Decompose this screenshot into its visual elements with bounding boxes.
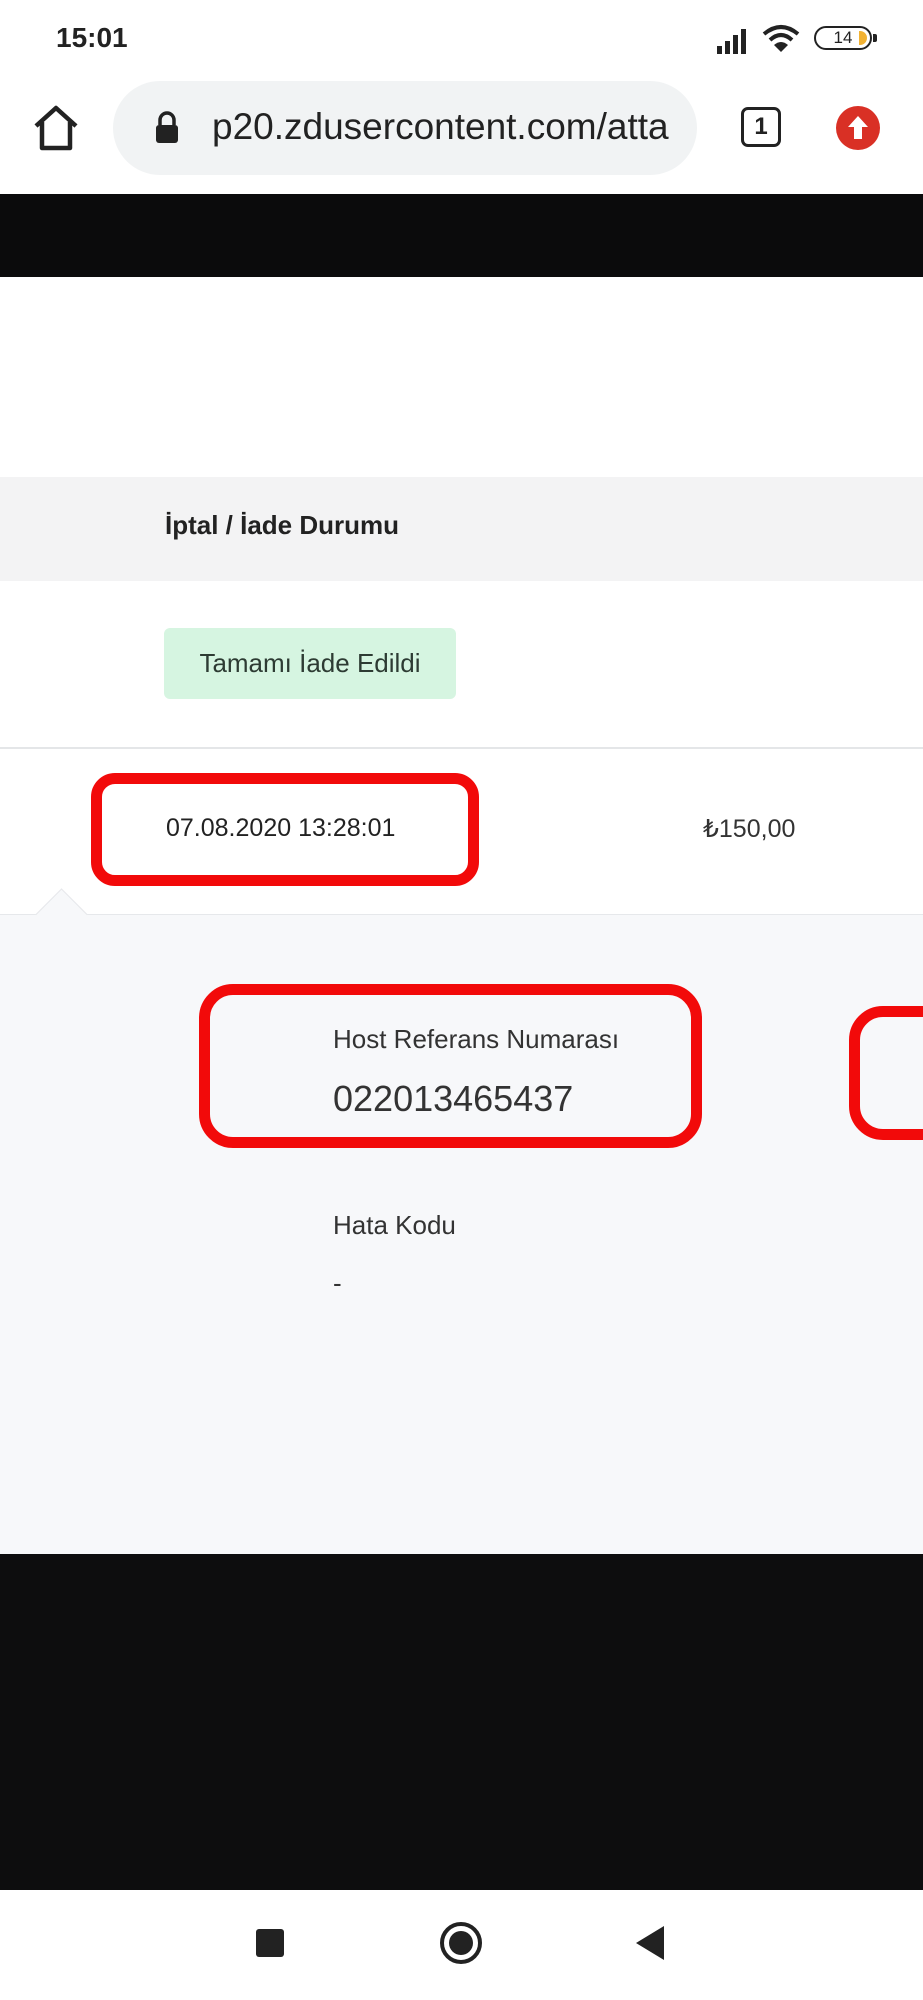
column-header-refund-status: İptal / İade Durumu [165, 510, 400, 540]
row-divider [0, 747, 923, 749]
bottom-dark-area [0, 1554, 923, 1890]
tabs-icon[interactable]: 1 [741, 107, 781, 147]
signal-icon [717, 29, 746, 54]
wifi-icon [762, 25, 800, 52]
back-icon[interactable] [636, 1926, 664, 1960]
home-icon[interactable] [30, 102, 82, 154]
status-badge: Tamamı İade Edildi [164, 628, 456, 699]
highlight-box-reference [199, 984, 702, 1148]
highlight-box-partial [849, 1006, 923, 1140]
url-text[interactable]: p20.zdusercontent.com/atta [212, 106, 677, 148]
status-time: 15:01 [56, 22, 128, 53]
error-code-label: Hata Kodu [333, 1210, 456, 1240]
battery-level: 14 [833, 28, 853, 47]
battery-icon: 14 [814, 26, 877, 50]
error-code-value: - [333, 1268, 342, 1298]
recents-icon[interactable] [256, 1929, 284, 1957]
highlight-box-date [91, 773, 479, 886]
top-dark-band [0, 194, 923, 277]
transaction-amount: ₺150,00 [703, 815, 796, 843]
table-header-row [0, 477, 923, 581]
home-circle-icon[interactable] [440, 1922, 482, 1964]
lock-icon [156, 111, 178, 143]
update-icon[interactable] [836, 106, 880, 150]
